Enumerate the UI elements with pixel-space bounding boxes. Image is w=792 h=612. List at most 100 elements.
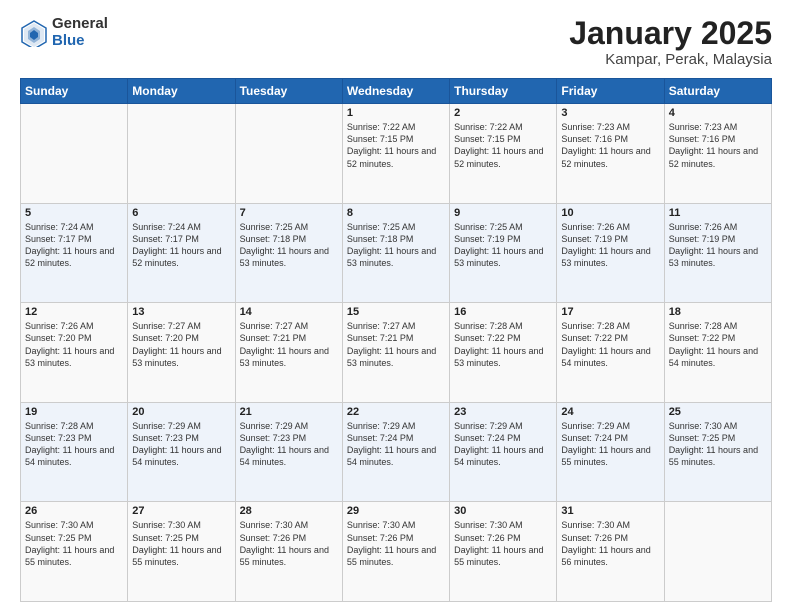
day-number: 1 <box>347 107 445 119</box>
calendar-cell: 14 Sunrise: 7:27 AM Sunset: 7:21 PM Dayli… <box>235 303 342 403</box>
day-number: 28 <box>240 505 338 517</box>
calendar-title: January 2025 <box>569 16 772 51</box>
day-info: Sunrise: 7:26 AM Sunset: 7:19 PM Dayligh… <box>669 221 767 270</box>
col-header-monday: Monday <box>128 79 235 104</box>
calendar-cell: 28 Sunrise: 7:30 AM Sunset: 7:26 PM Dayli… <box>235 502 342 602</box>
calendar-cell: 20Sunrise: 7:29 AM Sunset: 7:23 PM Dayli… <box>128 402 235 502</box>
day-number: 10 <box>561 207 659 219</box>
day-number: 26 <box>25 505 123 517</box>
calendar-header: SundayMondayTuesdayWednesdayThursdayFrid… <box>21 79 772 104</box>
day-info: Sunrise: 7:29 AM Sunset: 7:23 PM Dayligh… <box>132 420 230 469</box>
day-number: 7 <box>240 207 338 219</box>
calendar-cell: 11 Sunrise: 7:26 AM Sunset: 7:19 PM Dayli… <box>664 203 771 303</box>
calendar-subtitle: Kampar, Perak, Malaysia <box>569 51 772 68</box>
day-info: Sunrise: 7:28 AM Sunset: 7:22 PM Dayligh… <box>669 320 767 369</box>
day-number: 13 <box>132 306 230 318</box>
day-number: 2 <box>454 107 552 119</box>
calendar-cell: 22Sunrise: 7:29 AM Sunset: 7:24 PM Dayli… <box>342 402 449 502</box>
day-number: 25 <box>669 406 767 418</box>
day-info: Sunrise: 7:27 AM Sunset: 7:21 PM Dayligh… <box>347 320 445 369</box>
calendar-cell: 9 Sunrise: 7:25 AM Sunset: 7:19 PM Daylig… <box>450 203 557 303</box>
day-number: 29 <box>347 505 445 517</box>
day-info: Sunrise: 7:29 AM Sunset: 7:24 PM Dayligh… <box>561 420 659 469</box>
calendar-cell <box>235 104 342 204</box>
logo-general-label: General <box>52 16 108 33</box>
calendar-cell: 30Sunrise: 7:30 AM Sunset: 7:26 PM Dayli… <box>450 502 557 602</box>
logo-blue-label: Blue <box>52 33 108 50</box>
week-row-4: 19Sunrise: 7:28 AM Sunset: 7:23 PM Dayli… <box>21 402 772 502</box>
calendar-body: 1 Sunrise: 7:22 AM Sunset: 7:15 PM Daylig… <box>21 104 772 602</box>
col-header-saturday: Saturday <box>664 79 771 104</box>
day-info: Sunrise: 7:25 AM Sunset: 7:18 PM Dayligh… <box>240 221 338 270</box>
calendar-cell: 23Sunrise: 7:29 AM Sunset: 7:24 PM Dayli… <box>450 402 557 502</box>
day-number: 9 <box>454 207 552 219</box>
day-number: 19 <box>25 406 123 418</box>
calendar-cell: 27 Sunrise: 7:30 AM Sunset: 7:25 PM Dayli… <box>128 502 235 602</box>
day-number: 27 <box>132 505 230 517</box>
calendar-cell: 15 Sunrise: 7:27 AM Sunset: 7:21 PM Dayli… <box>342 303 449 403</box>
calendar-cell <box>664 502 771 602</box>
day-info: Sunrise: 7:26 AM Sunset: 7:19 PM Dayligh… <box>561 221 659 270</box>
day-number: 15 <box>347 306 445 318</box>
calendar-cell: 26 Sunrise: 7:30 AM Sunset: 7:25 PM Dayli… <box>21 502 128 602</box>
day-number: 3 <box>561 107 659 119</box>
calendar-cell: 2 Sunrise: 7:22 AM Sunset: 7:15 PM Daylig… <box>450 104 557 204</box>
day-number: 22 <box>347 406 445 418</box>
day-number: 21 <box>240 406 338 418</box>
title-block: January 2025 Kampar, Perak, Malaysia <box>569 16 772 68</box>
calendar-cell: 24 Sunrise: 7:29 AM Sunset: 7:24 PM Dayli… <box>557 402 664 502</box>
col-header-thursday: Thursday <box>450 79 557 104</box>
day-info: Sunrise: 7:30 AM Sunset: 7:26 PM Dayligh… <box>240 519 338 568</box>
week-row-5: 26 Sunrise: 7:30 AM Sunset: 7:25 PM Dayli… <box>21 502 772 602</box>
day-info: Sunrise: 7:28 AM Sunset: 7:22 PM Dayligh… <box>561 320 659 369</box>
day-info: Sunrise: 7:23 AM Sunset: 7:16 PM Dayligh… <box>669 121 767 170</box>
day-number: 24 <box>561 406 659 418</box>
day-info: Sunrise: 7:30 AM Sunset: 7:25 PM Dayligh… <box>132 519 230 568</box>
day-number: 30 <box>454 505 552 517</box>
calendar-cell: 8 Sunrise: 7:25 AM Sunset: 7:18 PM Daylig… <box>342 203 449 303</box>
header: General Blue January 2025 Kampar, Perak,… <box>20 16 772 68</box>
logo-text: General Blue <box>52 16 108 49</box>
calendar-cell: 4Sunrise: 7:23 AM Sunset: 7:16 PM Daylig… <box>664 104 771 204</box>
day-number: 11 <box>669 207 767 219</box>
logo: General Blue <box>20 16 108 49</box>
day-number: 31 <box>561 505 659 517</box>
day-info: Sunrise: 7:27 AM Sunset: 7:20 PM Dayligh… <box>132 320 230 369</box>
day-info: Sunrise: 7:29 AM Sunset: 7:23 PM Dayligh… <box>240 420 338 469</box>
day-number: 18 <box>669 306 767 318</box>
calendar-cell: 1Sunrise: 7:22 AM Sunset: 7:15 PM Daylig… <box>342 104 449 204</box>
calendar-cell: 3 Sunrise: 7:23 AM Sunset: 7:16 PM Daylig… <box>557 104 664 204</box>
week-row-3: 12Sunrise: 7:26 AM Sunset: 7:20 PM Dayli… <box>21 303 772 403</box>
day-number: 6 <box>132 207 230 219</box>
day-info: Sunrise: 7:25 AM Sunset: 7:19 PM Dayligh… <box>454 221 552 270</box>
calendar-cell: 10 Sunrise: 7:26 AM Sunset: 7:19 PM Dayli… <box>557 203 664 303</box>
day-number: 17 <box>561 306 659 318</box>
day-info: Sunrise: 7:30 AM Sunset: 7:25 PM Dayligh… <box>25 519 123 568</box>
day-number: 5 <box>25 207 123 219</box>
day-number: 23 <box>454 406 552 418</box>
logo-icon <box>20 19 48 47</box>
day-number: 16 <box>454 306 552 318</box>
day-info: Sunrise: 7:24 AM Sunset: 7:17 PM Dayligh… <box>132 221 230 270</box>
calendar-cell: 19Sunrise: 7:28 AM Sunset: 7:23 PM Dayli… <box>21 402 128 502</box>
day-number: 14 <box>240 306 338 318</box>
calendar-cell: 6 Sunrise: 7:24 AM Sunset: 7:17 PM Daylig… <box>128 203 235 303</box>
calendar-cell: 21 Sunrise: 7:29 AM Sunset: 7:23 PM Dayli… <box>235 402 342 502</box>
col-header-sunday: Sunday <box>21 79 128 104</box>
day-info: Sunrise: 7:30 AM Sunset: 7:26 PM Dayligh… <box>347 519 445 568</box>
day-info: Sunrise: 7:22 AM Sunset: 7:15 PM Dayligh… <box>454 121 552 170</box>
calendar-table: SundayMondayTuesdayWednesdayThursdayFrid… <box>20 78 772 602</box>
day-headers-row: SundayMondayTuesdayWednesdayThursdayFrid… <box>21 79 772 104</box>
col-header-wednesday: Wednesday <box>342 79 449 104</box>
day-info: Sunrise: 7:27 AM Sunset: 7:21 PM Dayligh… <box>240 320 338 369</box>
col-header-tuesday: Tuesday <box>235 79 342 104</box>
calendar-cell: 17 Sunrise: 7:28 AM Sunset: 7:22 PM Dayli… <box>557 303 664 403</box>
day-info: Sunrise: 7:28 AM Sunset: 7:22 PM Dayligh… <box>454 320 552 369</box>
day-info: Sunrise: 7:25 AM Sunset: 7:18 PM Dayligh… <box>347 221 445 270</box>
day-info: Sunrise: 7:24 AM Sunset: 7:17 PM Dayligh… <box>25 221 123 270</box>
calendar-cell: 29 Sunrise: 7:30 AM Sunset: 7:26 PM Dayli… <box>342 502 449 602</box>
day-info: Sunrise: 7:26 AM Sunset: 7:20 PM Dayligh… <box>25 320 123 369</box>
calendar-cell: 16 Sunrise: 7:28 AM Sunset: 7:22 PM Dayli… <box>450 303 557 403</box>
day-number: 8 <box>347 207 445 219</box>
day-info: Sunrise: 7:23 AM Sunset: 7:16 PM Dayligh… <box>561 121 659 170</box>
